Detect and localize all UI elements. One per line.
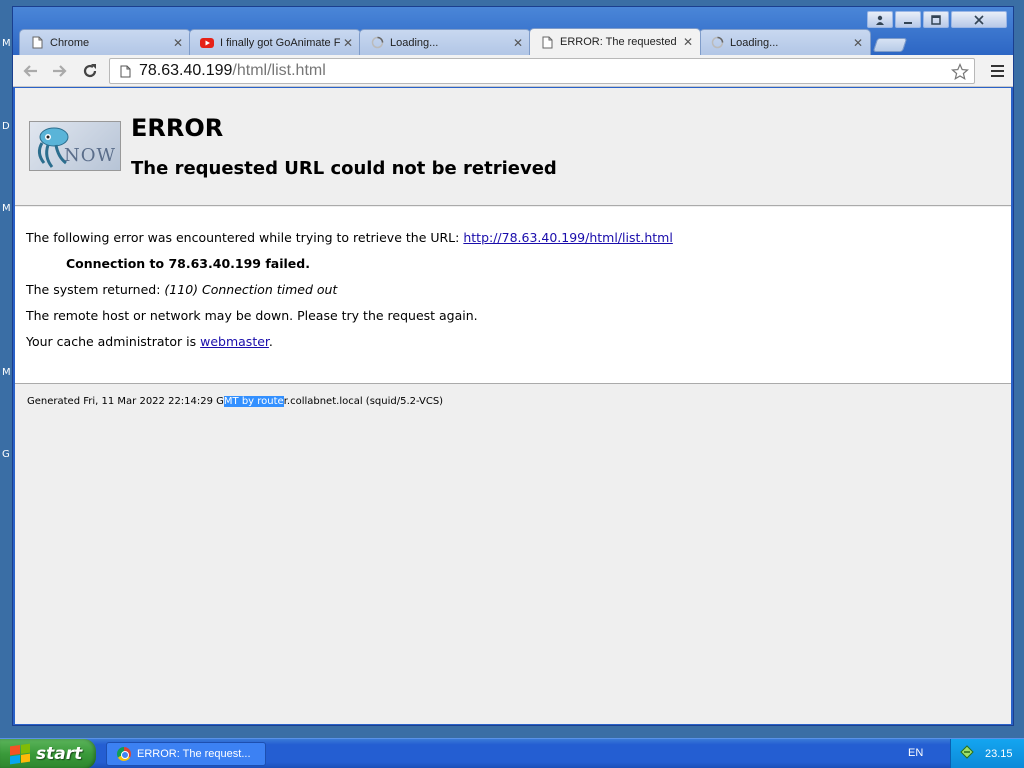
profile-icon[interactable] bbox=[867, 11, 893, 28]
tab-label: ERROR: The requested bbox=[560, 36, 677, 48]
tab-label: Loading... bbox=[730, 36, 779, 49]
desktop-icon-label-1: M bbox=[2, 38, 11, 49]
back-icon[interactable] bbox=[17, 58, 43, 84]
desktop-icon-label-4: M bbox=[2, 367, 11, 378]
taskbar-item-chrome[interactable]: ERROR: The request... bbox=[106, 742, 266, 766]
system-tray: 23.15 bbox=[950, 739, 1024, 768]
system-returned-line: The system returned: (110) Connection ti… bbox=[26, 282, 337, 297]
page-info-icon[interactable] bbox=[117, 63, 133, 79]
webmaster-link[interactable]: webmaster bbox=[200, 334, 269, 349]
tab-label: Loading... bbox=[390, 36, 439, 49]
url-path: /html/list.html bbox=[232, 62, 326, 79]
start-label: start bbox=[36, 744, 83, 764]
close-tab-icon[interactable]: ✕ bbox=[512, 36, 524, 50]
page-title: ERROR bbox=[131, 114, 224, 142]
close-tab-icon[interactable]: ✕ bbox=[682, 35, 694, 49]
error-url-link[interactable]: http://78.63.40.199/html/list.html bbox=[463, 230, 673, 245]
network-tray-icon[interactable] bbox=[959, 744, 975, 764]
footer-text-end: r.collabnet.local (squid/5.2-VCS) bbox=[283, 396, 444, 407]
language-indicator[interactable]: EN bbox=[908, 747, 923, 759]
tab-label: I finally got GoAnimate F bbox=[220, 36, 341, 49]
new-tab-button[interactable] bbox=[872, 38, 908, 52]
browser-window: Chrome ✕ I finally got GoAnimate F ✕ Loa… bbox=[12, 6, 1014, 726]
address-bar[interactable]: 78.63.40.199/html/list.html bbox=[109, 58, 975, 84]
page-subtitle: The requested URL could not be retrieved bbox=[131, 158, 557, 179]
youtube-icon bbox=[200, 36, 214, 50]
system-prefix: The system returned: bbox=[26, 282, 165, 297]
selected-text[interactable]: MT by route bbox=[223, 396, 284, 407]
maximize-button[interactable] bbox=[923, 11, 949, 28]
close-tab-icon[interactable]: ✕ bbox=[172, 36, 184, 50]
chrome-icon bbox=[117, 747, 131, 761]
admin-prefix: Your cache administrator is bbox=[26, 334, 201, 349]
close-tab-icon[interactable]: ✕ bbox=[342, 36, 354, 50]
loading-spinner-icon bbox=[370, 36, 384, 50]
menu-icon[interactable] bbox=[987, 61, 1007, 81]
system-message: (110) Connection timed out bbox=[164, 282, 338, 297]
browser-toolbar: 78.63.40.199/html/list.html bbox=[13, 55, 1013, 87]
error-intro-line: The following error was encountered whil… bbox=[26, 230, 673, 245]
windows-logo-icon bbox=[10, 743, 30, 765]
title-bar[interactable]: Chrome ✕ I finally got GoAnimate F ✕ Loa… bbox=[13, 7, 1013, 55]
error-intro-text: The following error was encountered whil… bbox=[26, 230, 464, 245]
tab-loading-2[interactable]: Loading... ✕ bbox=[699, 29, 871, 55]
admin-line: Your cache administrator is webmaster. bbox=[26, 334, 273, 349]
start-button[interactable]: start bbox=[0, 739, 96, 768]
bookmark-star-icon[interactable] bbox=[950, 62, 970, 82]
clock: 23.15 bbox=[985, 748, 1013, 760]
forward-icon[interactable] bbox=[47, 58, 73, 84]
footer-text-start: Generated Fri, 11 Mar 2022 22:14:29 G bbox=[27, 396, 224, 407]
tab-error-active[interactable]: ERROR: The requested ✕ bbox=[529, 28, 701, 55]
tab-youtube[interactable]: I finally got GoAnimate F ✕ bbox=[189, 29, 361, 55]
window-controls bbox=[867, 11, 1007, 28]
taskbar-item-label: ERROR: The request... bbox=[137, 748, 251, 760]
admin-suffix: . bbox=[268, 334, 273, 349]
taskbar: start ERROR: The request... EN 23.15 bbox=[0, 738, 1024, 768]
page-icon bbox=[30, 36, 44, 50]
loading-spinner-icon bbox=[710, 36, 724, 50]
logo-text: NOW bbox=[63, 145, 116, 166]
tab-loading-1[interactable]: Loading... ✕ bbox=[359, 29, 531, 55]
minimize-button[interactable] bbox=[895, 11, 921, 28]
failure-message: Connection to 78.63.40.199 failed. bbox=[66, 256, 310, 271]
error-body: The following error was encountered whil… bbox=[15, 207, 1011, 384]
desktop-icon-label-2: D bbox=[2, 121, 10, 132]
tab-strip: Chrome ✕ I finally got GoAnimate F ✕ Loa… bbox=[19, 27, 908, 55]
page-content: NOW ERROR The requested URL could not be… bbox=[15, 88, 1011, 724]
reload-icon[interactable] bbox=[77, 58, 103, 84]
close-window-button[interactable] bbox=[951, 11, 1007, 28]
desktop-icon-label-5: G bbox=[2, 449, 10, 460]
generated-footer: Generated Fri, 11 Mar 2022 22:14:29 GMT … bbox=[27, 396, 443, 407]
error-header: NOW ERROR The requested URL could not be… bbox=[15, 88, 1011, 206]
squid-logo: NOW bbox=[29, 121, 121, 171]
advice-text: The remote host or network may be down. … bbox=[26, 308, 478, 323]
page-icon bbox=[540, 35, 554, 49]
tab-label: Chrome bbox=[50, 36, 90, 49]
tab-chrome[interactable]: Chrome ✕ bbox=[19, 29, 191, 55]
desktop-icon-label-3: M bbox=[2, 203, 11, 214]
url-host: 78.63.40.199 bbox=[139, 62, 233, 79]
close-tab-icon[interactable]: ✕ bbox=[852, 36, 864, 50]
